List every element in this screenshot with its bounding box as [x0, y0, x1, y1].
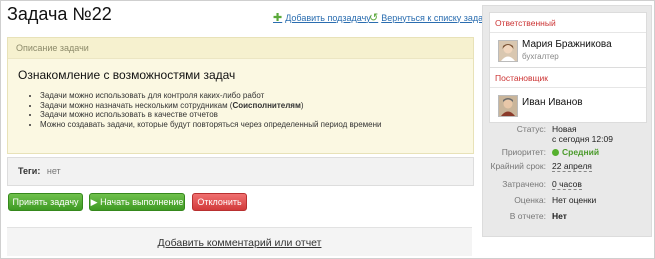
creator-name[interactable]: Иван Иванов — [522, 97, 583, 108]
status-since: с сегодня 12:09 — [552, 134, 613, 144]
add-comment-link[interactable]: Добавить комментарий или отчет — [158, 237, 322, 249]
description-list: Задачи можно использовать для контроля к… — [30, 91, 381, 129]
in-report-label: В отчете: — [509, 211, 546, 221]
tags-value: нет — [46, 166, 61, 176]
accept-task-button[interactable]: Принять задачу — [8, 193, 83, 211]
status-label: Статус: — [516, 124, 546, 134]
coexecutors-term: Соисполнителям — [232, 100, 301, 110]
task-description-box: Описание задачи Ознакомление с возможнос… — [7, 37, 474, 154]
rating-label: Оценка: — [514, 195, 546, 205]
avatar[interactable] — [498, 95, 518, 117]
comment-bar: Добавить комментарий или отчет — [7, 227, 472, 256]
page-title: Задача №22 — [7, 4, 112, 24]
list-item: Можно создавать задачи, которые будут по… — [40, 120, 381, 130]
task-sidebar: Ответственный Мария Бражникова бухгалтер… — [482, 5, 652, 237]
plus-icon: ✚ — [273, 12, 283, 24]
status-dot-icon — [552, 149, 559, 156]
back-to-list-label: Вернуться к списку задач — [381, 12, 488, 23]
add-subtask-label: Добавить подзадачу — [285, 12, 371, 23]
creator-card: Постановщик Иван Иванов — [489, 67, 647, 123]
tags-bar: Теги: нет — [7, 157, 474, 186]
deadline-value[interactable]: 22 апреля — [552, 161, 592, 172]
list-item-text-end: ) — [300, 100, 304, 110]
responsible-card: Ответственный Мария Бражникова бухгалтер — [489, 12, 647, 68]
tags-label: Теги: — [18, 166, 41, 176]
avatar[interactable] — [498, 40, 518, 62]
creator-header: Постановщик — [490, 68, 646, 88]
list-item-text: Задачи можно назначать нескольким сотруд… — [40, 100, 233, 110]
spent-label: Затрачено: — [502, 179, 546, 189]
in-report-value: Нет — [552, 211, 567, 221]
start-task-label: Начать выполнение — [100, 197, 184, 207]
status-value: Новая — [552, 124, 577, 134]
responsible-name[interactable]: Мария Бражникова — [522, 39, 612, 50]
responsible-header: Ответственный — [490, 13, 646, 33]
list-item: Задачи можно назначать нескольким сотруд… — [40, 101, 381, 111]
priority-value[interactable]: Средний — [552, 147, 599, 157]
priority-label: Приоритет: — [501, 147, 546, 157]
list-item: Задачи можно использовать для контроля к… — [40, 91, 381, 101]
spent-value[interactable]: 0 часов — [552, 179, 582, 190]
add-subtask-link[interactable]: ✚ Добавить подзадачу — [273, 11, 371, 24]
start-task-button[interactable]: ▶ Начать выполнение — [89, 193, 185, 211]
rating-value: Нет оценки — [552, 195, 597, 205]
back-to-list-link[interactable]: ↺ Вернуться к списку задач — [369, 11, 488, 24]
priority-text: Средний — [562, 147, 600, 157]
responsible-role: бухгалтер — [522, 52, 559, 61]
reject-task-button[interactable]: Отклонить — [192, 193, 247, 211]
list-item: Задачи можно использовать в качестве отч… — [40, 110, 381, 120]
deadline-label: Крайний срок: — [490, 161, 547, 171]
play-icon: ▶ — [90, 197, 98, 207]
return-arrow-icon: ↺ — [369, 12, 379, 24]
description-header: Описание задачи — [8, 38, 473, 59]
description-title: Ознакомление с возможностями задач — [18, 68, 236, 82]
